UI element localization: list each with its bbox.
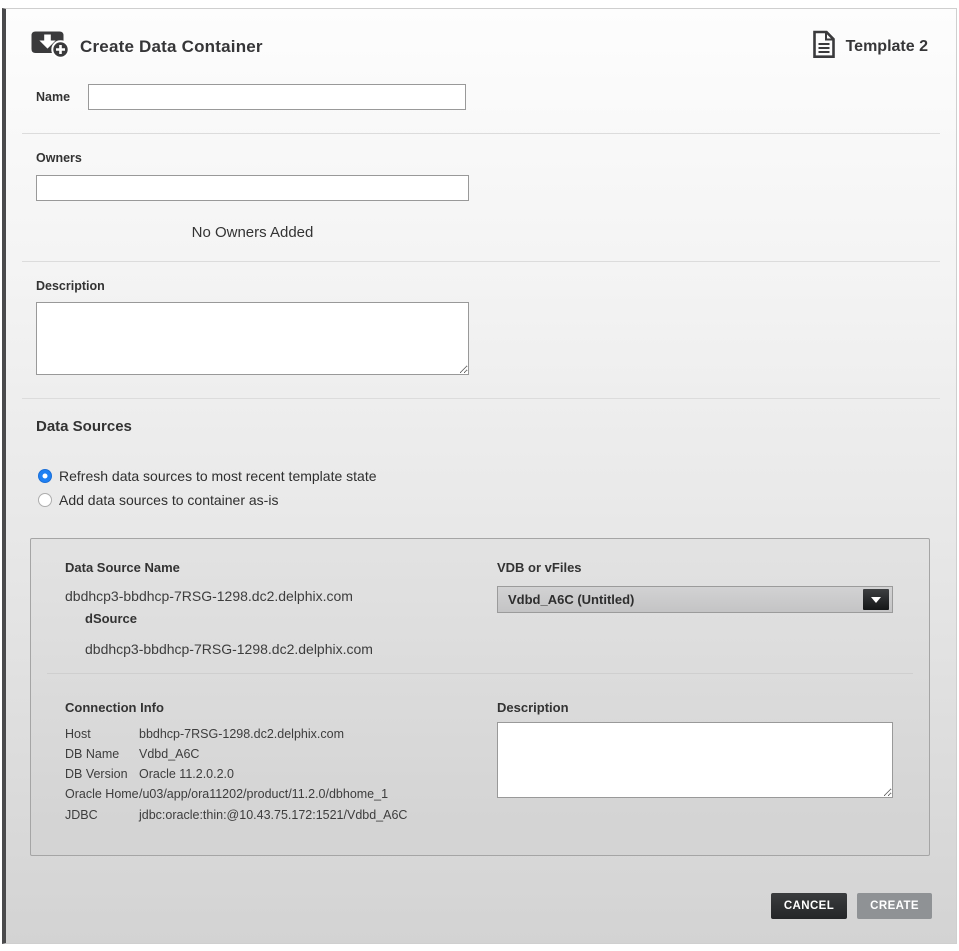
radio-option-label: Refresh data sources to most recent temp… — [59, 468, 377, 484]
section-divider — [22, 261, 940, 262]
data-source-name: dbdhcp3-bbdhcp-7RSG-1298.dc2.delphix.com — [65, 588, 497, 604]
owners-section: Owners No Owners Added — [36, 151, 932, 241]
description-label: Description — [36, 279, 932, 293]
source-name-column: Data Source Name dbdhcp3-bbdhcp-7RSG-129… — [65, 539, 497, 657]
connection-value: Oracle 11.2.0.2.0 — [139, 768, 234, 781]
vdb-select-dropdown[interactable]: Vdbd_A6C (Untitled) — [497, 586, 893, 613]
data-source-card: Data Source Name dbdhcp3-bbdhcp-7RSG-129… — [30, 538, 930, 856]
connection-info-column: Connection Info Host bbdhcp-7RSG-1298.dc… — [65, 674, 497, 829]
connection-row-db-name: DB Name Vdbd_A6C — [65, 748, 497, 761]
connection-row-host: Host bbdhcp-7RSG-1298.dc2.delphix.com — [65, 728, 497, 741]
cancel-button[interactable]: CANCEL — [771, 893, 847, 919]
name-field-row: Name — [36, 83, 932, 110]
vdb-header: VDB or vFiles — [497, 560, 893, 575]
description-textarea[interactable] — [36, 302, 469, 375]
connection-value: Vdbd_A6C — [139, 748, 199, 761]
connection-info-header: Connection Info — [65, 700, 497, 715]
source-top-row: Data Source Name dbdhcp3-bbdhcp-7RSG-129… — [31, 539, 929, 657]
source-description-header: Description — [497, 700, 893, 715]
template-name: Template 2 — [846, 38, 928, 56]
template-indicator: Template 2 — [812, 30, 928, 64]
page-title: Create Data Container — [80, 37, 263, 57]
connection-value: jdbc:oracle:thin:@10.43.75.172:1521/Vdbd… — [139, 809, 407, 822]
create-button[interactable]: CREATE — [857, 893, 932, 919]
owners-input[interactable] — [36, 175, 469, 201]
connection-info-table: Host bbdhcp-7RSG-1298.dc2.delphix.com DB… — [65, 728, 497, 822]
source-bottom-row: Connection Info Host bbdhcp-7RSG-1298.dc… — [31, 674, 929, 829]
vdb-selected-value: Vdbd_A6C (Untitled) — [508, 592, 634, 607]
dialog-title-group: Create Data Container — [30, 31, 263, 63]
radio-unselected-icon[interactable] — [38, 493, 52, 507]
radio-option-label: Add data sources to container as-is — [59, 492, 278, 508]
dsource-label: dSource — [85, 611, 497, 626]
data-sources-heading: Data Sources — [36, 418, 932, 435]
connection-row-jdbc: JDBC jdbc:oracle:thin:@10.43.75.172:1521… — [65, 809, 497, 822]
radio-option-as-is[interactable]: Add data sources to container as-is — [38, 492, 932, 508]
dropdown-arrow-button[interactable] — [863, 589, 889, 610]
no-owners-message: No Owners Added — [36, 224, 469, 241]
connection-row-oracle-home: Oracle Home /u03/app/ora11202/product/11… — [65, 788, 497, 801]
source-description-column: Description — [497, 674, 893, 829]
create-data-container-dialog: Create Data Container Template 2 Name Ow… — [2, 8, 957, 944]
dialog-footer: CANCEL CREATE — [771, 893, 932, 919]
owners-label: Owners — [36, 151, 932, 165]
data-sources-radio-group: Refresh data sources to most recent temp… — [38, 468, 932, 508]
radio-selected-icon[interactable] — [38, 469, 52, 483]
create-data-container-icon — [30, 31, 70, 63]
source-description-textarea[interactable] — [497, 722, 893, 798]
connection-key: Oracle Home — [65, 788, 139, 801]
radio-option-refresh[interactable]: Refresh data sources to most recent temp… — [38, 468, 932, 484]
vdb-column: VDB or vFiles Vdbd_A6C (Untitled) — [497, 539, 893, 657]
section-divider — [22, 398, 940, 399]
section-divider — [22, 133, 940, 134]
connection-key: JDBC — [65, 809, 139, 822]
data-source-name-header: Data Source Name — [65, 560, 497, 575]
connection-value: bbdhcp-7RSG-1298.dc2.delphix.com — [139, 728, 344, 741]
dsource-name: dbdhcp3-bbdhcp-7RSG-1298.dc2.delphix.com — [85, 641, 497, 657]
dialog-header: Create Data Container Template 2 — [30, 31, 932, 63]
connection-key: Host — [65, 728, 139, 741]
template-document-icon — [812, 30, 836, 64]
connection-row-db-version: DB Version Oracle 11.2.0.2.0 — [65, 768, 497, 781]
connection-key: DB Name — [65, 748, 139, 761]
connection-key: DB Version — [65, 768, 139, 781]
name-label: Name — [36, 90, 88, 104]
chevron-down-icon — [871, 597, 881, 603]
description-section: Description — [36, 279, 932, 375]
connection-value: /u03/app/ora11202/product/11.2.0/dbhome_… — [139, 788, 388, 801]
name-input[interactable] — [88, 84, 466, 110]
